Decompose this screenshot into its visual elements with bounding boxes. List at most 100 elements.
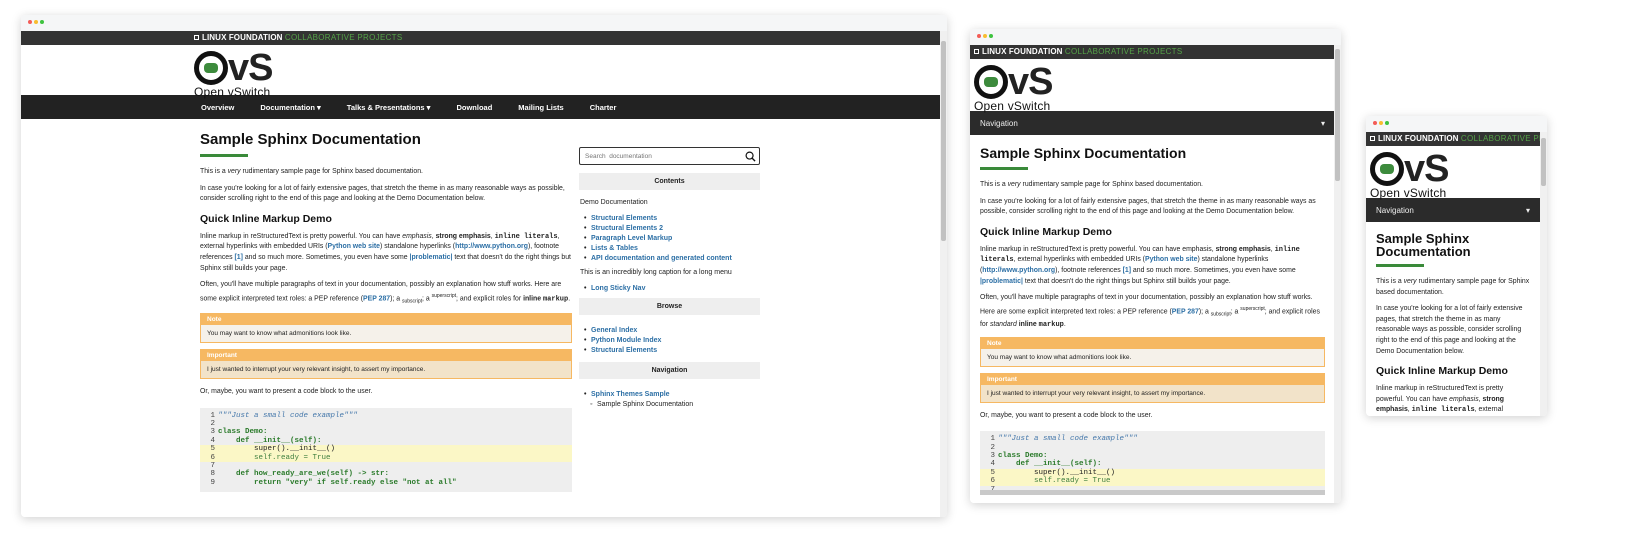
- lf-bar[interactable]: LINUX FOUNDATION COLLABORATIVE PROJECTS: [1366, 132, 1540, 146]
- browse-header: Browse: [579, 298, 760, 315]
- scrollbar[interactable]: [1540, 132, 1547, 416]
- scrollbar-thumb[interactable]: [941, 41, 946, 241]
- browse-item[interactable]: General Index: [584, 327, 760, 334]
- maximize-dot[interactable]: [989, 34, 993, 38]
- maximize-dot[interactable]: [1385, 121, 1389, 125]
- code-line: 1 """Just a small code example""": [980, 435, 1325, 443]
- line-number: 4: [210, 436, 215, 445]
- lf-sub: COLLABORATIVE PROJECTS: [1064, 47, 1183, 56]
- doc-body: Sample Sphinx Documentation This is a ve…: [200, 131, 572, 492]
- toc-item[interactable]: Structural Elements: [584, 215, 760, 222]
- note-admonition: Note You may want to know what admonition…: [200, 313, 572, 344]
- code-text: self.ready = True: [218, 453, 331, 462]
- code-line: 5 super().__init__(): [200, 445, 572, 454]
- code-line: 3 class Demo:: [200, 428, 572, 436]
- line-number: 6: [210, 453, 215, 462]
- browse-item[interactable]: Structural Elements: [584, 347, 760, 354]
- markup-paragraph: Inline markup in reStructuredText is pre…: [200, 232, 571, 272]
- line-number: 4: [990, 460, 995, 469]
- toc-item[interactable]: Structural Elements 2: [584, 225, 760, 232]
- scrollbar[interactable]: [940, 31, 947, 517]
- nav-charter[interactable]: Charter: [590, 103, 617, 112]
- sticky-nav-link[interactable]: Long Sticky Nav: [584, 285, 760, 292]
- nav-talks[interactable]: Talks & Presentations ▾: [347, 103, 431, 112]
- sidebar: Contents Demo Documentation Structural E…: [579, 147, 760, 411]
- search-input[interactable]: [585, 152, 725, 160]
- nav-mailing-lists[interactable]: Mailing Lists: [518, 103, 563, 112]
- nav-toggle[interactable]: Navigation ▾: [970, 111, 1335, 135]
- intro-paragraph: This is a very rudimentary sample page f…: [200, 168, 423, 175]
- navigation-list: Sphinx Themes Sample Sample Sphinx Docum…: [584, 391, 760, 408]
- code-text: return "very" if self.ready else "not at…: [218, 478, 457, 487]
- doc-body: Sample Sphinx Documentation This is a ve…: [1366, 222, 1540, 416]
- pep-link[interactable]: PEP 287: [363, 295, 390, 302]
- nav-download[interactable]: Download: [456, 103, 492, 112]
- close-dot[interactable]: [28, 20, 32, 24]
- lf-bar[interactable]: LINUX FOUNDATION COLLABORATIVE PROJECTS: [21, 31, 940, 45]
- minimize-dot[interactable]: [1379, 121, 1383, 125]
- problematic-link[interactable]: |problematic|: [980, 278, 1023, 285]
- scrollbar[interactable]: [1334, 45, 1341, 503]
- line-number: 5: [210, 445, 215, 454]
- line-number: 9: [210, 478, 215, 487]
- ovs-swirl-icon: [194, 51, 228, 85]
- minimize-dot[interactable]: [34, 20, 38, 24]
- close-dot[interactable]: [977, 34, 981, 38]
- minimize-dot[interactable]: [983, 34, 987, 38]
- code-text: def how_ready_are_we(self) -> str:: [218, 470, 390, 479]
- line-number: 3: [210, 428, 215, 437]
- close-dot[interactable]: [1373, 121, 1377, 125]
- lf-sub: COLLABORATIVE PROJECTS: [284, 33, 403, 42]
- code-line: 8 def how_ready_are_we(self) -> str:: [980, 494, 1325, 495]
- toc-item[interactable]: Paragraph Level Markup: [584, 235, 760, 242]
- search-box[interactable]: [579, 147, 760, 165]
- doc-body: Sample Sphinx Documentation This is a ve…: [970, 135, 1335, 496]
- nav-tree-current[interactable]: Sample Sphinx Documentation: [590, 401, 760, 408]
- mobile-window: LINUX FOUNDATION COLLABORATIVE PROJECTS …: [1366, 116, 1547, 416]
- problematic-link[interactable]: |problematic|: [410, 254, 453, 261]
- long-caption: This is an incredibly long caption for a…: [580, 269, 732, 276]
- nav-toggle-label: Navigation: [980, 118, 1018, 128]
- footnote-link[interactable]: [1]: [1123, 267, 1131, 274]
- ovs-logo-mark: vS: [1370, 150, 1540, 188]
- python-link[interactable]: Python web site: [328, 243, 380, 250]
- pep-link[interactable]: PEP 287: [1172, 308, 1199, 315]
- nav-toggle[interactable]: Navigation ▾: [1366, 198, 1540, 222]
- python-link[interactable]: Python web site: [1145, 256, 1197, 263]
- python-url-link[interactable]: http://www.python.org: [455, 243, 528, 250]
- line-number: 2: [210, 420, 215, 429]
- lf-bar[interactable]: LINUX FOUNDATION COLLABORATIVE PROJECTS: [970, 45, 1335, 59]
- roles-paragraph: Often, you'll have multiple paragraphs o…: [980, 294, 1320, 330]
- scrollbar-thumb[interactable]: [1335, 49, 1340, 181]
- scrollbar-thumb[interactable]: [1541, 138, 1546, 186]
- site-logo[interactable]: vS Open vSwitch: [1366, 146, 1540, 200]
- footnote-link[interactable]: [1]: [234, 254, 242, 261]
- nav-tree-item[interactable]: Sphinx Themes Sample: [584, 391, 760, 398]
- demo-doc-link[interactable]: Demo Documentation: [580, 199, 760, 206]
- lf-brand: LINUX FOUNDATION: [202, 33, 283, 42]
- line-number: 6: [990, 477, 995, 486]
- search-icon[interactable]: [745, 151, 756, 162]
- nav-documentation[interactable]: Documentation ▾: [260, 103, 320, 112]
- code-text: class Demo:: [218, 428, 268, 437]
- site-logo[interactable]: vS Open vSwitch: [970, 59, 1335, 113]
- nav-overview[interactable]: Overview: [201, 103, 234, 112]
- paragraph-2: In case you're looking for a lot of fair…: [1376, 305, 1523, 355]
- code-line: 1 """Just a small code example""": [200, 412, 572, 420]
- main-nav: Overview Documentation ▾ Talks & Present…: [21, 95, 940, 119]
- line-number: 1: [210, 411, 215, 420]
- title-underline: [1376, 264, 1424, 267]
- browse-item[interactable]: Python Module Index: [584, 337, 760, 344]
- title-underline: [980, 167, 1028, 170]
- code-intro: Or, maybe, you want to present a code bl…: [980, 411, 1153, 419]
- markup-paragraph: Inline markup in reStructuredText is pre…: [1376, 385, 1504, 415]
- section-heading: Quick Inline Markup Demo: [1376, 365, 1508, 378]
- caret-down-icon: ▾: [1525, 205, 1530, 215]
- toc-item[interactable]: Lists & Tables: [584, 245, 760, 252]
- site-logo[interactable]: vS Open vSwitch: [21, 45, 940, 99]
- line-number: 8: [210, 470, 215, 479]
- toc-item[interactable]: API documentation and generated content: [584, 255, 760, 262]
- maximize-dot[interactable]: [40, 20, 44, 24]
- code-block: 1 """Just a small code example""" 2 3 class …: [200, 407, 572, 492]
- python-url-link[interactable]: http://www.python.org: [982, 267, 1055, 274]
